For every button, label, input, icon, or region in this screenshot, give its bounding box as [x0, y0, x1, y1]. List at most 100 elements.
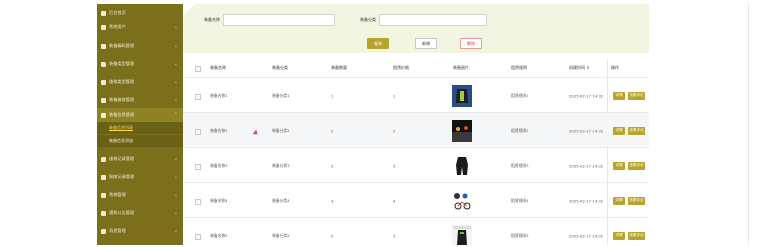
- chevron-down-icon: ⌄: [173, 97, 178, 103]
- search-bar: 装备名称 装备分类 查询 新增 删除: [183, 4, 649, 53]
- corner-fold: [183, 4, 195, 16]
- cell-qty: 3: [331, 163, 334, 168]
- row-checkbox[interactable]: [195, 198, 201, 205]
- cell-price: 5: [393, 233, 396, 238]
- cell-name: 装备名称3: [210, 162, 228, 168]
- grid-icon: [101, 210, 106, 216]
- cell-qty: 2: [331, 128, 334, 133]
- chevron-down-icon: ⌄: [173, 156, 178, 162]
- table-row[interactable]: 装备名称3 装备分类3 3 3 租赁规则3 2025-02-17 14:32 详…: [183, 147, 649, 183]
- sidebar-subitem-list[interactable]: 装备信息列表: [97, 122, 183, 134]
- detail-button[interactable]: 详情: [613, 91, 625, 100]
- type-input[interactable]: [379, 14, 487, 26]
- sidebar-subitem-add[interactable]: 装备信息添加: [97, 135, 183, 147]
- sidebar-item-system[interactable]: 系统管理 ⌄: [97, 188, 183, 202]
- sidebar-item-types[interactable]: 装备类型管理 ⌄: [97, 57, 183, 71]
- view-comments-button[interactable]: 查看评论: [628, 126, 645, 135]
- name-input[interactable]: [223, 14, 335, 26]
- cell-name: 装备名称2: [210, 127, 228, 133]
- suit-image: [452, 154, 472, 177]
- header-qty: 装备数量: [331, 65, 347, 70]
- racing-image: [452, 119, 472, 142]
- cell-time: 2025-02-17 14:32: [569, 198, 604, 203]
- view-comments-button[interactable]: 查看评论: [628, 161, 645, 170]
- grid-icon: [101, 112, 106, 118]
- jacket-image: [452, 84, 472, 107]
- sidebar-item-notices[interactable]: 通知公告管理 ⌄: [97, 206, 183, 220]
- cell-type: 装备分类4: [272, 197, 290, 203]
- select-all-checkbox[interactable]: [195, 66, 201, 72]
- cell-qty: 1: [331, 93, 334, 98]
- main-content: 装备名称 装备分类 查询 新增 删除 装备名称 装备分类 装备数量 租赁价格 装…: [183, 4, 649, 245]
- cell-type: 装备分类1: [272, 92, 290, 98]
- chevron-down-icon: ⌄: [173, 43, 178, 49]
- delete-button[interactable]: 删除: [460, 38, 482, 49]
- cell-time: 2025-02-17 14:32: [569, 128, 604, 133]
- cell-type: 装备分类5: [272, 232, 290, 238]
- jacket-poster-image: [452, 224, 472, 245]
- sidebar-item-scrap[interactable]: 报废记录管理 ⌄: [97, 170, 183, 184]
- scrollbar-track[interactable]: [748, 4, 749, 245]
- user-icon: [101, 24, 106, 30]
- table-row[interactable]: 装备名称2 装备分类2 2 2 租赁规则2 2025-02-17 14:32 详…: [183, 112, 649, 148]
- chevron-down-icon: ⌄: [173, 210, 178, 216]
- header-name: 装备名称: [210, 65, 226, 70]
- chevron-up-icon: ⌃: [173, 112, 178, 118]
- view-comments-button[interactable]: 查看评论: [628, 196, 645, 205]
- chevron-down-icon: ⌄: [173, 228, 178, 234]
- cell-type: 装备分类2: [272, 127, 290, 133]
- view-comments-button[interactable]: 查看评论: [628, 231, 645, 240]
- grid-icon: [101, 156, 106, 162]
- cell-time: 2025-02-17 14:32: [569, 163, 604, 168]
- table-row[interactable]: 装备名称4 装备分类4 4 4 租赁规则4 2025-02-17 14:32 详…: [183, 182, 649, 218]
- cell-time: 2025-02-17 14:32: [569, 233, 604, 238]
- table-row[interactable]: 装备名称5 装备分类5 5 5 租赁规则5 2025-02-17 14:32 详…: [183, 217, 649, 245]
- row-checkbox[interactable]: [195, 233, 201, 240]
- grid-icon: [101, 174, 106, 180]
- sidebar-item-repair-records[interactable]: 维修记录管理 ⌄: [97, 152, 183, 166]
- query-button[interactable]: 查询: [367, 38, 389, 49]
- home-icon: [101, 10, 106, 16]
- chevron-down-icon: ⌄: [173, 61, 178, 67]
- cell-price: 3: [393, 163, 396, 168]
- header-actions: 操作: [611, 65, 619, 70]
- cell-name: 装备名称4: [210, 197, 228, 203]
- view-comments-button[interactable]: 查看评论: [628, 91, 645, 100]
- grid-icon: [101, 97, 106, 103]
- sidebar-item-home[interactable]: 后台首页: [97, 6, 183, 20]
- cell-rule: 租赁规则1: [511, 92, 529, 98]
- detail-button[interactable]: 详情: [613, 231, 625, 240]
- add-button[interactable]: 新增: [415, 38, 437, 49]
- table-row[interactable]: 装备名称1 装备分类1 1 1 租赁规则1 2025-02-17 14:32 详…: [183, 77, 649, 113]
- sidebar-item-equipment[interactable]: 装备信息管理 ⌃: [97, 108, 183, 122]
- cell-name: 装备名称1: [210, 92, 228, 98]
- sidebar-item-codes[interactable]: 装备编码管理 ⌄: [97, 39, 183, 53]
- grid-icon: [101, 43, 106, 49]
- chevron-down-icon: ⌄: [173, 192, 178, 198]
- row-checkbox[interactable]: [195, 93, 201, 100]
- name-label: 装备名称: [204, 17, 220, 22]
- cell-qty: 4: [331, 198, 334, 203]
- app-frame: 后台首页 系统用户 ⌄ 装备编码管理 ⌄ 装备类型管理 ⌄ 维修类型管理 ⌄ 装备维修管…: [97, 4, 649, 245]
- detail-button[interactable]: 详情: [613, 161, 625, 170]
- gear-icon: [101, 192, 106, 198]
- row-checkbox[interactable]: [195, 163, 201, 170]
- header-price: 租赁价格: [393, 65, 409, 70]
- sidebar-item-repair-types[interactable]: 维修类型管理 ⌄: [97, 75, 183, 89]
- sidebar-item-messages[interactable]: 消息管理 ⌄: [97, 224, 183, 238]
- cell-name: 装备名称5: [210, 232, 228, 238]
- sidebar-item-repair[interactable]: 装备维修管理 ⌄: [97, 93, 183, 107]
- detail-button[interactable]: 详情: [613, 196, 625, 205]
- chevron-down-icon: ⌄: [173, 24, 178, 30]
- header-image: 装备图片: [453, 65, 469, 70]
- sidebar-item-users[interactable]: 系统用户 ⌄: [97, 20, 183, 34]
- header-rule[interactable]: 租赁规则: [511, 65, 527, 71]
- detail-button[interactable]: 详情: [613, 126, 625, 135]
- cell-price: 1: [393, 93, 396, 98]
- grid-icon: [101, 79, 106, 85]
- chevron-down-icon: ⌄: [173, 79, 178, 85]
- cell-qty: 5: [331, 233, 334, 238]
- header-time[interactable]: 创建时间 ⇕: [569, 65, 590, 71]
- row-checkbox[interactable]: [195, 128, 201, 135]
- header-type: 装备分类: [272, 65, 288, 70]
